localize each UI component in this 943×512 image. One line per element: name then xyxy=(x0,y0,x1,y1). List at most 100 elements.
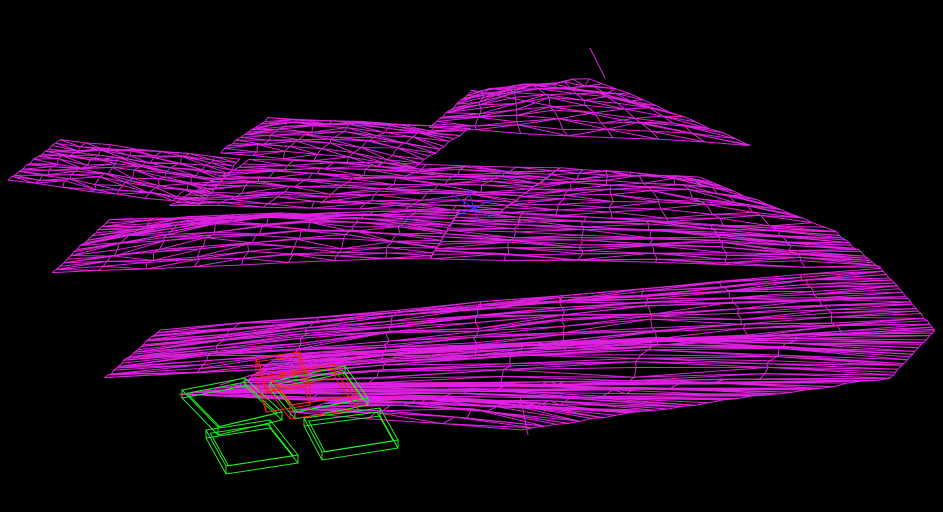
terrain-edge xyxy=(660,208,668,219)
terrain-edge xyxy=(371,199,422,202)
terrain-edge xyxy=(810,286,815,292)
terrain-edge xyxy=(557,209,612,213)
terrain-tile xyxy=(104,267,936,379)
terrain-edge xyxy=(885,274,890,279)
terrain-edge xyxy=(445,112,481,115)
terrain-edge xyxy=(647,305,652,315)
terrain-edge xyxy=(287,162,334,167)
terrain-edge xyxy=(69,174,72,179)
terrain-edge xyxy=(788,249,860,251)
terrain-edge xyxy=(242,159,250,165)
terrain-edge xyxy=(311,207,360,210)
terrain-edge xyxy=(653,252,726,254)
terrain-edge xyxy=(561,320,565,327)
terrain-edge xyxy=(290,246,295,254)
terrain-edge xyxy=(500,376,503,383)
terrain-edge xyxy=(920,313,924,319)
terrain-edge xyxy=(726,377,891,380)
terrain-edge xyxy=(559,301,646,304)
terrain-edge xyxy=(238,165,288,168)
terrain-edge xyxy=(313,153,318,161)
terrain-edge xyxy=(339,251,387,254)
terrain-edge xyxy=(214,224,265,233)
terrain-edge xyxy=(334,255,337,261)
terrain-edge xyxy=(882,270,887,275)
terrain-edge xyxy=(457,172,505,176)
terrain-edge xyxy=(56,269,99,271)
terrain-edge xyxy=(48,145,53,150)
terrain-edge xyxy=(393,177,396,185)
terrain-edge xyxy=(724,254,728,260)
terrain-edge xyxy=(560,167,584,171)
terrain-edge xyxy=(263,203,268,208)
terrain-edge xyxy=(94,176,101,185)
terrain-edge xyxy=(453,135,461,140)
terrain-edge xyxy=(299,233,346,239)
green-box[interactable] xyxy=(205,419,299,475)
terrain-edge xyxy=(7,176,13,181)
terrain-edge xyxy=(705,204,714,215)
terrain-edge xyxy=(308,178,353,180)
terrain-edge xyxy=(164,176,191,178)
terrain-edge xyxy=(247,244,250,252)
terrain-edge xyxy=(568,420,581,424)
terrain-edge xyxy=(283,153,318,160)
terrain-edge xyxy=(608,207,661,210)
terrain-edge xyxy=(241,258,244,266)
terrain-edge xyxy=(232,139,237,145)
terrain-edge xyxy=(457,169,461,175)
terrain-edge xyxy=(214,231,260,235)
terrain-edge xyxy=(311,202,366,209)
terrain-edge xyxy=(513,224,520,229)
terrain-edge xyxy=(608,207,612,213)
terrain-edge xyxy=(557,207,610,211)
terrain-edge xyxy=(517,124,563,130)
terrain-edge xyxy=(287,254,294,263)
terrain-edge xyxy=(202,237,207,247)
terrain-edge xyxy=(564,194,614,203)
terrain-edge xyxy=(459,130,467,136)
terrain-edge xyxy=(448,138,455,142)
terrain-edge xyxy=(284,146,291,152)
terrain-edge xyxy=(812,294,819,299)
3d-viewport[interactable] xyxy=(0,0,943,512)
terrain-edge xyxy=(610,194,614,202)
terrain-edge xyxy=(926,335,930,341)
terrain-edge xyxy=(267,200,315,205)
terrain-edge xyxy=(509,253,584,256)
terrain-edge xyxy=(583,96,607,101)
terrain-edge xyxy=(34,182,63,188)
terrain-edge xyxy=(145,262,148,270)
terrain-edge xyxy=(14,170,20,176)
terrain-edge xyxy=(98,268,147,271)
terrain-edge xyxy=(742,328,749,336)
terrain-edge xyxy=(390,315,393,322)
terrain-edge xyxy=(62,180,65,188)
terrain-edge xyxy=(648,349,779,356)
terrain-edge xyxy=(421,193,471,201)
terrain-edge xyxy=(111,144,137,150)
wireframe-scene[interactable] xyxy=(0,0,943,512)
terrain-edge xyxy=(673,178,676,185)
terrain-edge xyxy=(648,228,713,231)
terrain-edge xyxy=(712,211,753,215)
terrain-edge xyxy=(109,217,155,220)
terrain-tile xyxy=(169,158,560,214)
terrain-edge xyxy=(585,104,625,110)
terrain-edge xyxy=(606,182,644,186)
terrain-edge xyxy=(386,184,439,190)
terrain-edge xyxy=(238,166,285,171)
terrain-edge xyxy=(914,347,919,352)
terrain-edge xyxy=(419,159,425,164)
terrain-edge xyxy=(299,237,344,240)
terrain-edge xyxy=(405,136,414,144)
terrain-edge xyxy=(581,223,650,228)
terrain-edge xyxy=(833,382,848,388)
terrain-edge xyxy=(308,222,310,230)
terrain-edge xyxy=(719,217,724,226)
terrain-edge xyxy=(363,169,366,176)
terrain-edge xyxy=(452,205,457,211)
terrain-edge xyxy=(562,326,565,333)
terrain-edge xyxy=(131,169,135,179)
green-box[interactable] xyxy=(303,407,399,461)
